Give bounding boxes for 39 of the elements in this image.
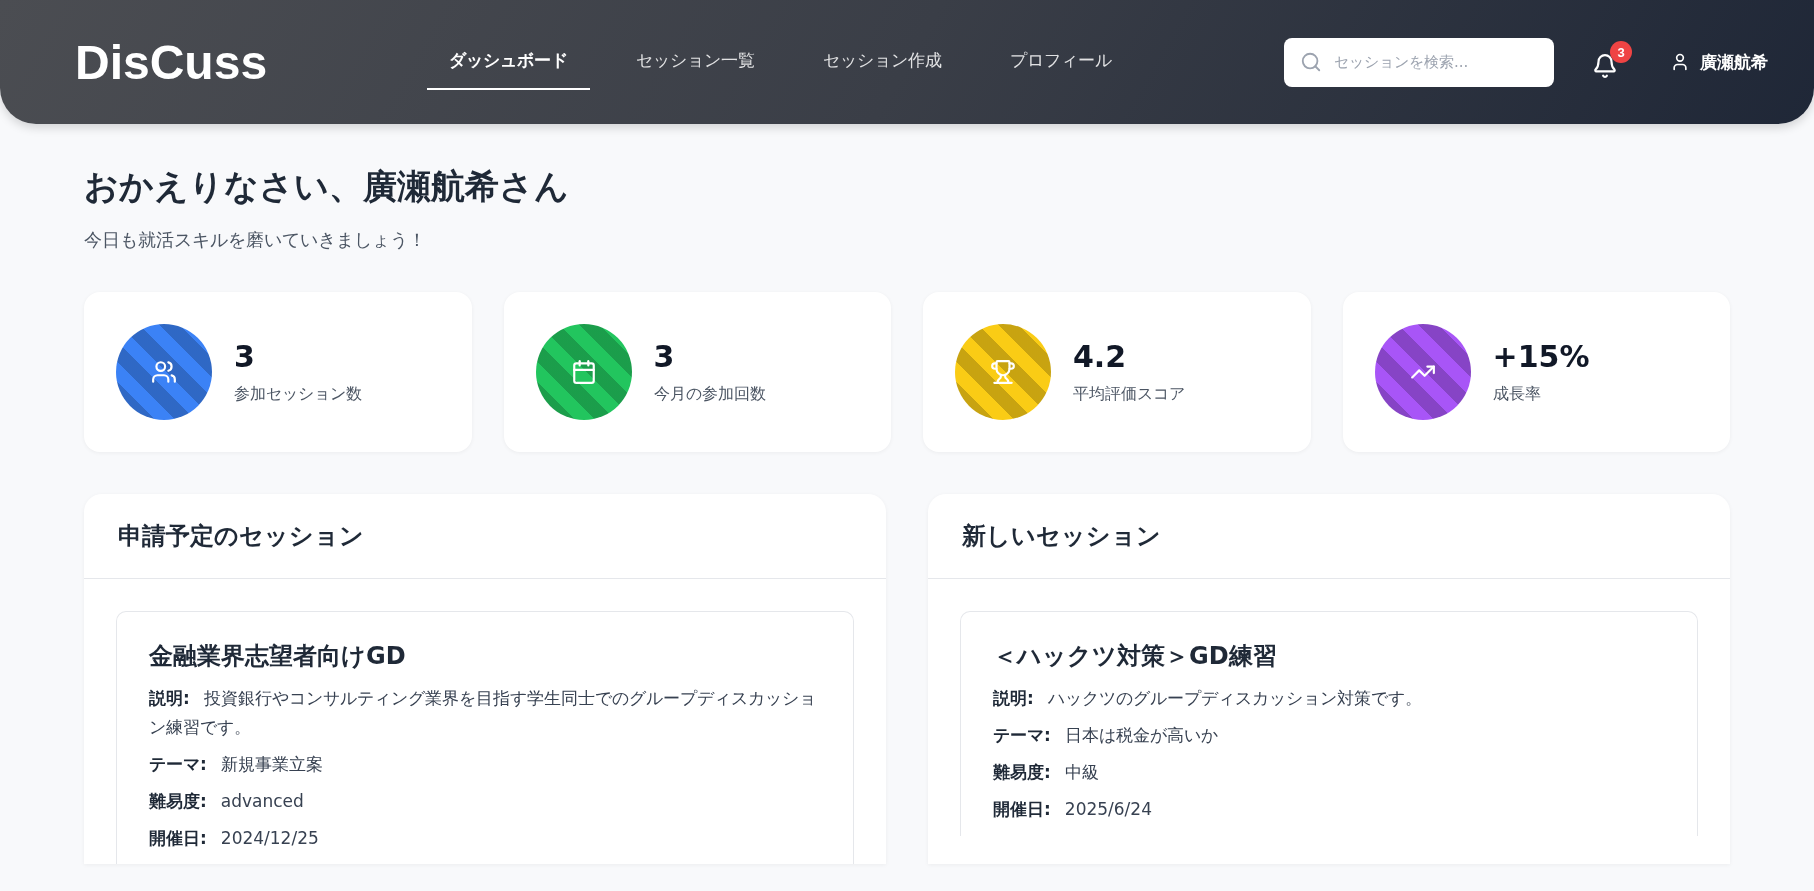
session-detail: 難易度: 中級	[993, 760, 1100, 784]
session-card[interactable]: 金融業界志望者向けGD 説明: 投資銀行やコンサルティング業界を目指す学生同士でのグループディスカッション練習です。 テーマ: 新規事業立案 難易度: advanced 開催日: 2024/12/25	[116, 611, 854, 865]
session-title: 金融業界志望者向けGD	[149, 641, 407, 672]
session-detail: 難易度: advanced	[149, 789, 305, 813]
welcome-title: おかえりなさい、廣瀬航希さん	[84, 165, 570, 208]
session-detail: テーマ: 新規事業立案	[149, 752, 324, 776]
session-detail: 説明: 投資銀行やコンサルティング業界を目指す学生同士でのグループディスカッション練習です。	[149, 687, 817, 739]
session-detail: テーマ: 日本は税金が高いか	[993, 723, 1219, 747]
user-menu[interactable]: 廣瀬航希	[1664, 49, 1774, 75]
session-detail: 開催日: 2024/12/25	[149, 826, 320, 850]
stat-value: 3	[653, 339, 676, 374]
search-icon	[1300, 51, 1322, 73]
stat-value: 4.2	[1073, 339, 1128, 374]
bell-icon	[1592, 53, 1618, 79]
nav-tab[interactable]: セッション作成	[801, 34, 964, 90]
session-title: ＜ハックツ対策＞GD練習	[993, 641, 1278, 672]
panel-title: 新しいセッション	[928, 494, 1730, 579]
welcome-subtitle: 今日も就活スキルを磨いていきましょう！	[84, 228, 427, 252]
stat-value: 3	[234, 339, 256, 374]
session-detail: 開催日: 2025/6/24	[993, 797, 1153, 821]
notification-count: 3	[1610, 41, 1632, 63]
nav-tab[interactable]: ダッシュボード	[427, 34, 590, 90]
search-box[interactable]: セッションを検索...	[1284, 37, 1554, 87]
stat-label: 今月の参加回数	[653, 384, 766, 405]
user-icon	[1670, 52, 1690, 72]
panel-title: 申請予定のセッション	[84, 494, 886, 579]
notification-button[interactable]: 3	[1588, 41, 1632, 83]
stat-value: +15%	[1492, 339, 1590, 374]
stat-label: 平均評価スコア	[1073, 384, 1185, 405]
nav-tab[interactable]: プロフィール	[988, 34, 1134, 90]
calendar-icon	[570, 359, 597, 385]
session-detail: 説明: ハックツのグループディスカッション対策です。	[993, 687, 1423, 710]
nav-tab[interactable]: セッション一覧	[614, 34, 777, 90]
stat-label: 参加セッション数	[234, 384, 362, 405]
stat-label: 成長率	[1492, 384, 1542, 405]
session-card[interactable]: ＜ハックツ対策＞GD練習 説明: ハックツのグループディスカッション対策です。 テーマ: 日本は税金が高いか 難易度: 中級 開催日: 2025/6/24	[960, 611, 1698, 836]
trophy-icon	[990, 359, 1016, 385]
logo[interactable]: DisCuss	[75, 34, 427, 90]
users-icon	[151, 359, 177, 385]
